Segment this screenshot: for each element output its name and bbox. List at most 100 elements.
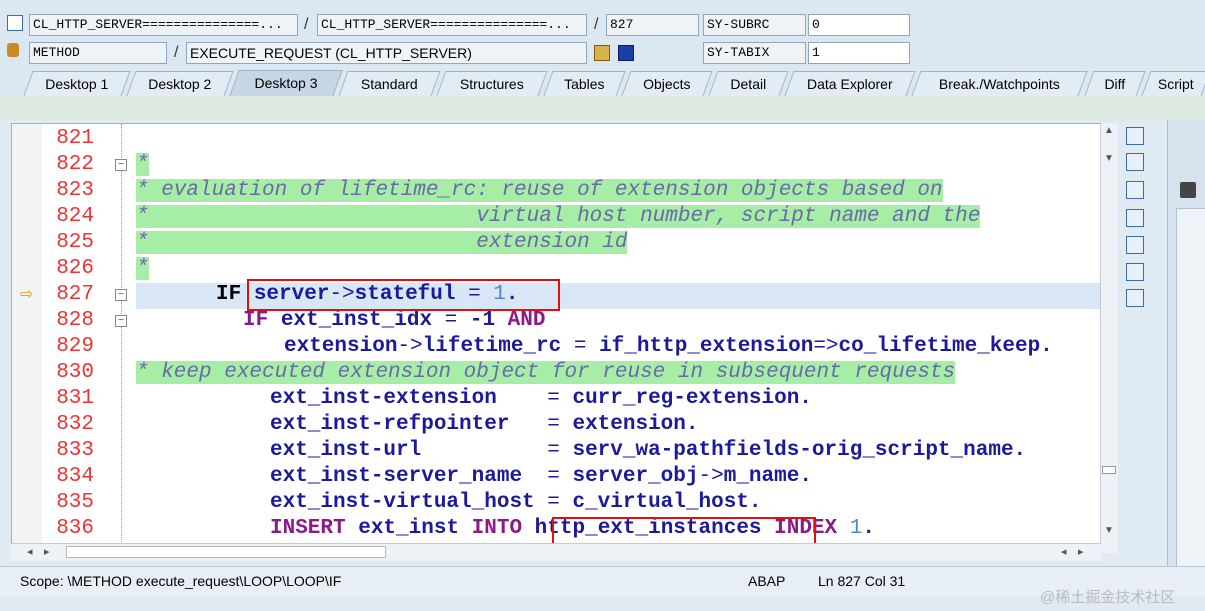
cursor-position: Ln 827 Col 31 <box>818 573 906 589</box>
swap-icon[interactable] <box>1126 181 1144 199</box>
vertical-scrollbar[interactable]: ▲ ▼ ▼ <box>1100 123 1118 553</box>
line-number: 833 <box>56 439 94 462</box>
settings-icon[interactable] <box>1126 289 1144 307</box>
code-line[interactable]: 829 extension->lifetime_rc = if_http_exte… <box>12 334 1100 360</box>
tab-objects[interactable]: Objects <box>621 71 713 96</box>
line-number: 830 <box>56 361 94 384</box>
editor-side-toolbar <box>1120 123 1150 453</box>
code-text: ext_inst-extension = curr_reg-extension. <box>270 387 812 410</box>
tab-desktop-3[interactable]: Desktop 3 <box>229 70 343 96</box>
scroll-up-icon[interactable]: ▲ <box>1104 125 1114 136</box>
new-tool-icon[interactable] <box>1126 153 1144 171</box>
code-text: extension->lifetime_rc = if_http_extensi… <box>284 335 1053 358</box>
code-line[interactable]: 822 * − <box>12 152 1100 178</box>
tab-label: Diff <box>1104 76 1126 92</box>
scroll-thumb[interactable] <box>66 546 386 558</box>
line-number: 824 <box>56 205 94 228</box>
scroll-right-icon[interactable]: ▸ <box>44 545 50 558</box>
include-field[interactable]: CL_HTTP_SERVER===============... <box>317 14 587 36</box>
code-line[interactable]: 835 ext_inst-virtual_host = c_virtual_hos… <box>12 490 1100 516</box>
tab-label: Break./Watchpoints <box>938 76 1060 92</box>
navigate-icon[interactable] <box>594 45 610 61</box>
code-text: ext_inst-server_name = server_obj->m_nam… <box>270 465 812 488</box>
code-line[interactable]: 833 ext_inst-url = serv_wa-pathfields-ori… <box>12 438 1100 464</box>
code-line[interactable]: 823 * evaluation of lifetime_rc: reuse of… <box>12 178 1100 204</box>
fold-toggle-icon[interactable]: − <box>115 289 127 301</box>
scroll-down-icon[interactable]: ▼ <box>1104 153 1114 164</box>
line-number: 836 <box>56 517 94 540</box>
grid-panel <box>1176 208 1205 568</box>
code-text: * virtual host number, script name and t… <box>136 205 981 228</box>
status-bar: Scope: \METHOD execute_request\LOOP\LOOP… <box>0 566 1205 596</box>
resize-icon[interactable] <box>1126 236 1144 254</box>
method-field[interactable]: EXECUTE_REQUEST (CL_HTTP_SERVER) <box>186 42 587 64</box>
tab-label: Desktop 3 <box>254 75 318 91</box>
line-number: 822 <box>56 153 94 176</box>
fold-toggle-icon[interactable]: − <box>115 315 127 327</box>
delete-icon[interactable] <box>1180 182 1196 198</box>
maximize-icon[interactable] <box>1126 209 1144 227</box>
code-text: * <box>136 257 149 280</box>
fold-toggle-icon[interactable]: − <box>115 159 127 171</box>
code-line[interactable]: 830 * keep executed extension object for … <box>12 360 1100 386</box>
tab-structures[interactable]: Structures <box>436 71 548 96</box>
code-text: * evaluation of lifetime_rc: reuse of ex… <box>136 179 943 202</box>
tab-tables[interactable]: Tables <box>543 71 626 96</box>
tab-label: Desktop 1 <box>45 76 109 92</box>
code-line[interactable]: 832 ext_inst-refpointer = extension. <box>12 412 1100 438</box>
method-icon <box>7 43 19 57</box>
code-line[interactable]: 824 * virtual host number, script name an… <box>12 204 1100 230</box>
tab-label: Structures <box>459 76 524 92</box>
type-field[interactable]: METHOD <box>29 42 167 64</box>
tab-label: Objects <box>643 76 691 92</box>
sysvar-label: SY-TABIX <box>703 42 806 64</box>
tab-data-explorer[interactable]: Data Explorer <box>784 71 916 96</box>
tab-script[interactable]: Script <box>1141 71 1205 96</box>
scope-text: Scope: \METHOD execute_request\LOOP\LOOP… <box>20 573 342 589</box>
code-line[interactable]: 828 IF ext_inst_idx = -1 AND − <box>12 308 1100 334</box>
line-number: 828 <box>56 309 94 332</box>
sysvar-label: SY-SUBRC <box>703 14 806 36</box>
line-field[interactable]: 827 <box>606 14 699 36</box>
line-number: 832 <box>56 413 94 436</box>
line-number: 826 <box>56 257 94 280</box>
code-line[interactable]: 821 <box>12 126 1100 152</box>
tab-label: Script <box>1157 76 1194 92</box>
code-line[interactable]: 831 ext_inst-extension = curr_reg-extensi… <box>12 386 1100 412</box>
sysvar-value[interactable]: 1 <box>808 42 910 64</box>
close-icon[interactable] <box>1126 127 1144 145</box>
tab-break-watchpoints[interactable]: Break./Watchpoints <box>911 71 1088 96</box>
info-icon[interactable] <box>618 45 634 61</box>
tab-label: Desktop 2 <box>148 76 212 92</box>
tab-desktop-1[interactable]: Desktop 1 <box>23 71 131 96</box>
code-text: IF ext_inst_idx = -1 AND <box>243 309 546 332</box>
line-number: 821 <box>56 127 94 150</box>
tab-diff[interactable]: Diff <box>1084 71 1146 96</box>
tab-standard[interactable]: Standard <box>338 71 441 96</box>
sysvar-value[interactable]: 0 <box>808 14 910 36</box>
separator: / <box>174 44 179 61</box>
code-text: * extension id <box>136 231 628 254</box>
tab-label: Detail <box>730 76 767 92</box>
scroll-right-icon[interactable]: ▸ <box>1078 545 1084 558</box>
scroll-left-icon[interactable]: ◂ <box>1061 545 1067 558</box>
scroll-down-icon[interactable]: ▼ <box>1104 525 1114 536</box>
line-number: 834 <box>56 465 94 488</box>
code-line[interactable]: 834 ext_inst-server_name = server_obj->m_… <box>12 464 1100 490</box>
scroll-left-icon[interactable]: ◂ <box>27 545 33 558</box>
headset-icon[interactable] <box>1126 263 1144 281</box>
code-line[interactable]: 825 * extension id <box>12 230 1100 256</box>
horizontal-scrollbar[interactable]: ◂ ▸ ◂ ▸ <box>11 543 1101 561</box>
program-icon <box>7 15 23 31</box>
code-editor[interactable]: ⇨ 821 822 * −823 * evaluation of lifetime_rc… <box>11 123 1101 553</box>
tab-label: Standard <box>360 76 418 92</box>
line-number: 829 <box>56 335 94 358</box>
line-number: 827 <box>56 283 94 306</box>
highlight-box <box>247 279 560 311</box>
tab-label: Tables <box>564 76 605 92</box>
tab-desktop-2[interactable]: Desktop 2 <box>126 71 234 96</box>
tab-detail[interactable]: Detail <box>708 71 789 96</box>
program-field[interactable]: CL_HTTP_SERVER===============... <box>29 14 298 36</box>
scroll-thumb[interactable] <box>1102 466 1116 474</box>
line-number: 835 <box>56 491 94 514</box>
